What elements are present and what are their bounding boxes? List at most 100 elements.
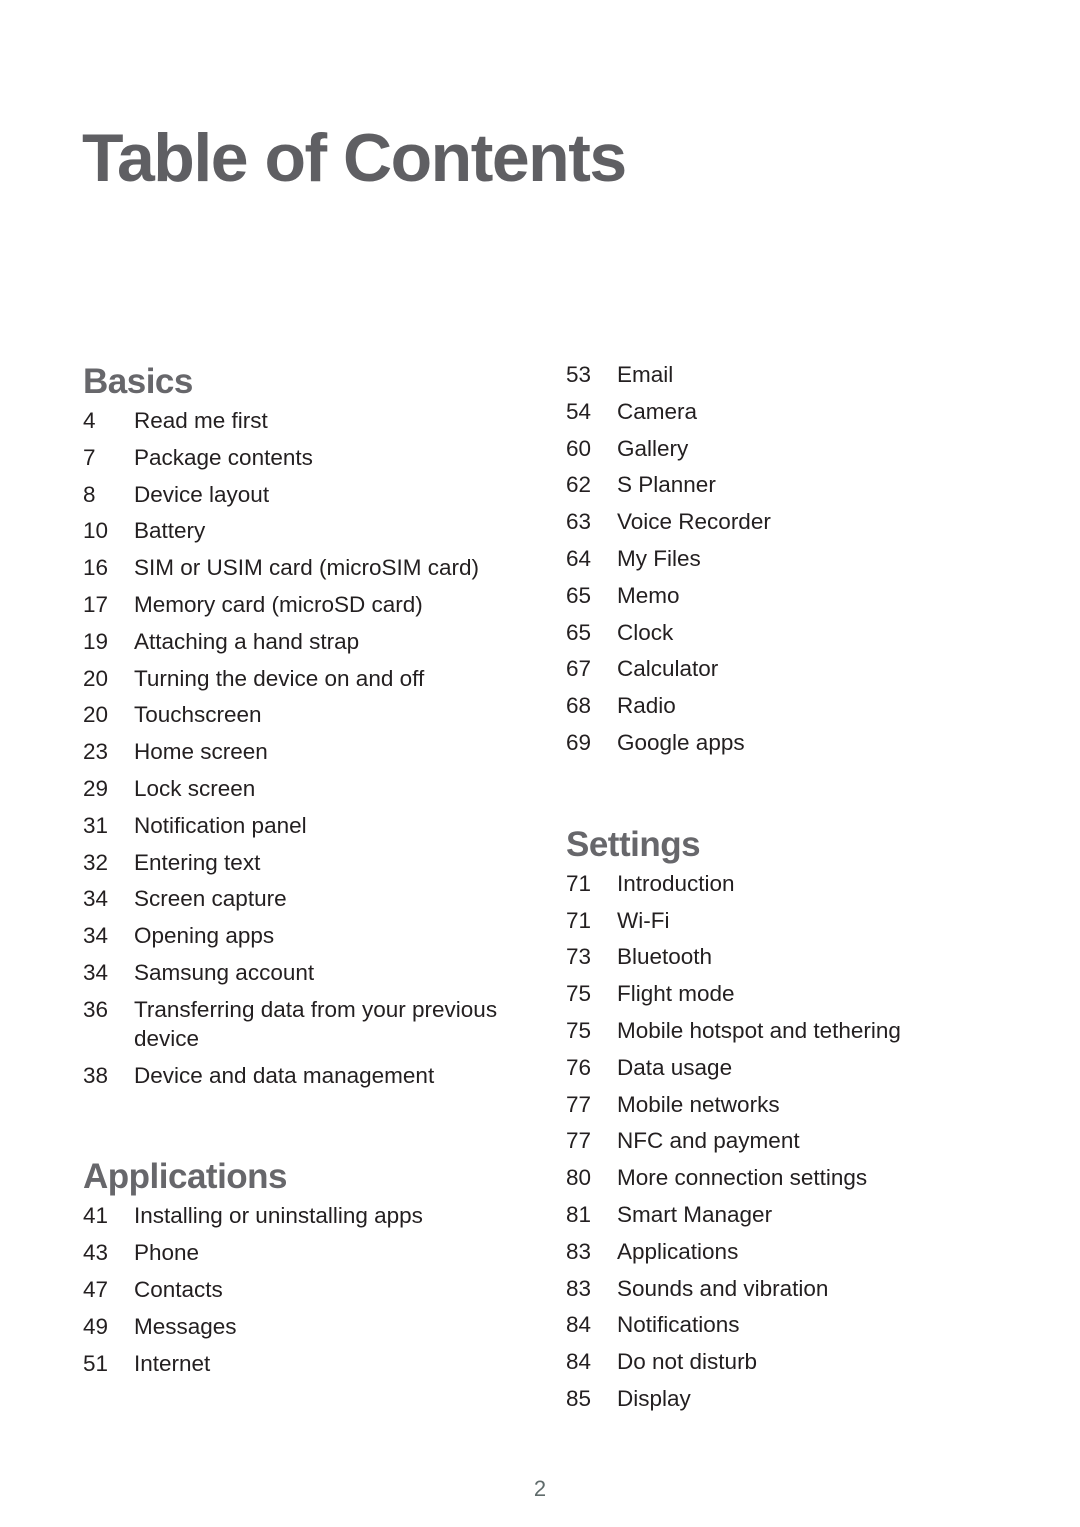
toc-entry[interactable]: 77 Mobile networks (566, 1090, 1006, 1127)
toc-page-number: 17 (83, 591, 109, 617)
toc-entry-label: Introduction (617, 870, 735, 896)
toc-list-settings: 71 Introduction 71 Wi-Fi 73 Bluetooth 75 Flight… (566, 869, 1006, 1421)
toc-entry-label: Flight mode (617, 981, 735, 1007)
toc-entry[interactable]: 16 SIM or USIM card (microSIM card) (83, 553, 523, 590)
toc-entry-label: Bluetooth (617, 944, 713, 970)
toc-entry[interactable]: 19 Attaching a hand strap (83, 627, 523, 664)
toc-entry[interactable]: 20 Touchscreen (83, 700, 523, 737)
toc-entry-label: Entering text (134, 849, 261, 875)
toc-entry[interactable]: 77 NFC and payment (566, 1126, 1006, 1163)
toc-entry[interactable]: 29 Lock screen (83, 774, 523, 811)
toc-page-number: 62 (566, 472, 592, 498)
toc-entry[interactable]: 84 Notifications (566, 1310, 1006, 1347)
toc-page-number: 7 (83, 444, 96, 470)
toc-entry-label: S Planner (617, 472, 716, 498)
toc-entry[interactable]: 73 Bluetooth (566, 942, 1006, 979)
toc-entry-label: Radio (617, 693, 676, 719)
toc-entry[interactable]: 8 Device layout (83, 480, 523, 517)
page-number: 2 (533, 1476, 547, 1501)
toc-entry-label: Applications (617, 1238, 739, 1264)
toc-entry-label: Transferring data from your previous dev… (134, 996, 498, 1051)
toc-entry-label: Installing or uninstalling apps (134, 1203, 423, 1229)
toc-entry[interactable]: 68 Radio (566, 691, 1006, 728)
toc-entry[interactable]: 85 Display (566, 1384, 1006, 1421)
toc-entry[interactable]: 34 Samsung account (83, 958, 523, 995)
toc-page-number: 23 (83, 739, 109, 765)
toc-page-number: 34 (83, 923, 109, 949)
toc-entry[interactable]: 10 Battery (83, 516, 523, 553)
toc-column-right: 53 Email 54 Camera 60 Gallery 62 S Planner 63 Voi… (566, 360, 1006, 1421)
toc-page-number: 54 (566, 398, 592, 424)
toc-entry-label: Device and data management (134, 1062, 435, 1088)
toc-entry-label: Calculator (617, 656, 719, 682)
toc-entry[interactable]: 64 My Files (566, 544, 1006, 581)
toc-page-number: 85 (566, 1385, 592, 1411)
toc-entry[interactable]: 49 Messages (83, 1312, 523, 1349)
toc-entry[interactable]: 65 Memo (566, 581, 1006, 618)
toc-entry[interactable]: 69 Google apps (566, 728, 1006, 765)
toc-page-number: 20 (83, 702, 109, 728)
toc-page-number: 31 (83, 812, 109, 838)
toc-entry[interactable]: 38 Device and data management (83, 1061, 523, 1098)
toc-entry[interactable]: 71 Wi-Fi (566, 906, 1006, 943)
toc-page-number: 10 (83, 518, 109, 544)
toc-entry[interactable]: 36 Transferring data from your previous d… (83, 995, 523, 1061)
toc-list-basics: 4 Read me first 7 Package contents 8 Device l… (83, 406, 523, 1097)
toc-page-number: 63 (566, 509, 592, 535)
toc-entry[interactable]: 17 Memory card (microSD card) (83, 590, 523, 627)
toc-entry-label: My Files (617, 545, 701, 571)
toc-entry[interactable]: 53 Email (566, 360, 1006, 397)
toc-entry[interactable]: 23 Home screen (83, 737, 523, 774)
toc-page-number: 8 (83, 481, 96, 507)
toc-entry[interactable]: 47 Contacts (83, 1275, 523, 1312)
toc-page-number: 68 (566, 693, 592, 719)
toc-entry[interactable]: 31 Notification panel (83, 811, 523, 848)
toc-entry-label: Home screen (134, 739, 268, 765)
toc-entry[interactable]: 63 Voice Recorder (566, 507, 1006, 544)
toc-entry[interactable]: 62 S Planner (566, 470, 1006, 507)
toc-entry[interactable]: 54 Camera (566, 397, 1006, 434)
toc-entry-label: Device layout (134, 481, 270, 507)
toc-page-number: 47 (83, 1276, 109, 1302)
toc-entry[interactable]: 7 Package contents (83, 443, 523, 480)
toc-entry[interactable]: 71 Introduction (566, 869, 1006, 906)
toc-page-number: 53 (566, 362, 592, 387)
toc-entry-label: More connection settings (617, 1165, 868, 1191)
toc-entry-label: Turning the device on and off (134, 665, 425, 691)
toc-entry[interactable]: 67 Calculator (566, 654, 1006, 691)
toc-page-number: 83 (566, 1238, 592, 1264)
toc-entry-label: Package contents (134, 444, 313, 470)
toc-entry[interactable]: 34 Opening apps (83, 921, 523, 958)
toc-page-number: 71 (566, 870, 592, 896)
toc-column-left: Basics 4 Read me first 7 Package contents 8 D… (83, 360, 523, 1385)
toc-entry-label: Display (617, 1385, 691, 1411)
toc-entry[interactable]: 43 Phone (83, 1238, 523, 1275)
section-heading-settings: Settings (566, 824, 701, 864)
toc-page-number: 65 (566, 619, 592, 645)
toc-page-number: 19 (83, 628, 109, 654)
toc-entry-label: Read me first (134, 408, 268, 433)
toc-entry[interactable]: 4 Read me first (83, 406, 523, 443)
toc-entry-label: Smart Manager (617, 1201, 773, 1227)
toc-entry[interactable]: 84 Do not disturb (566, 1347, 1006, 1384)
toc-entry[interactable]: 32 Entering text (83, 848, 523, 885)
toc-page-number: 76 (566, 1054, 592, 1080)
toc-page-number: 34 (83, 959, 109, 985)
toc-entry[interactable]: 80 More connection settings (566, 1163, 1006, 1200)
toc-entry-label: Mobile networks (617, 1091, 780, 1117)
toc-entry[interactable]: 51 Internet (83, 1349, 523, 1386)
toc-entry[interactable]: 83 Applications (566, 1237, 1006, 1274)
toc-entry[interactable]: 75 Flight mode (566, 979, 1006, 1016)
toc-entry[interactable]: 41 Installing or uninstalling apps (83, 1201, 523, 1238)
toc-entry[interactable]: 76 Data usage (566, 1053, 1006, 1090)
toc-entry[interactable]: 65 Clock (566, 618, 1006, 655)
toc-entry-label: Sounds and vibration (617, 1275, 829, 1301)
toc-entry[interactable]: 75 Mobile hotspot and tethering (566, 1016, 1006, 1053)
toc-entry[interactable]: 34 Screen capture (83, 884, 523, 921)
toc-entry[interactable]: 83 Sounds and vibration (566, 1274, 1006, 1311)
toc-entry[interactable]: 20 Turning the device on and off (83, 664, 523, 701)
toc-entry[interactable]: 81 Smart Manager (566, 1200, 1006, 1237)
toc-entry[interactable]: 60 Gallery (566, 434, 1006, 471)
toc-entry-label: Voice Recorder (617, 509, 771, 535)
